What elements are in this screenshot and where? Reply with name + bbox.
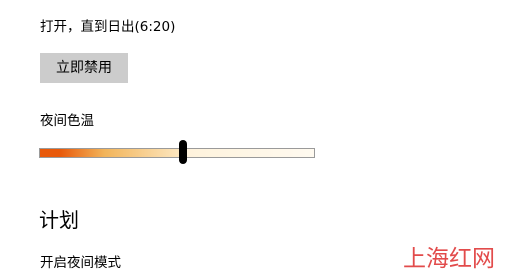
slider-fill [40,149,183,157]
color-temperature-label: 夜间色温 [40,113,94,129]
slider-thumb[interactable] [179,140,187,164]
schedule-night-light-label: 开启夜间模式 [40,255,121,271]
watermark-logo: 上海红网 [403,246,495,272]
night-light-status-text: 打开，直到日出(6:20) [40,19,176,35]
schedule-section-title: 计划 [39,208,79,232]
disable-now-button[interactable]: 立即禁用 [40,53,128,83]
color-temperature-slider[interactable] [39,139,315,165]
